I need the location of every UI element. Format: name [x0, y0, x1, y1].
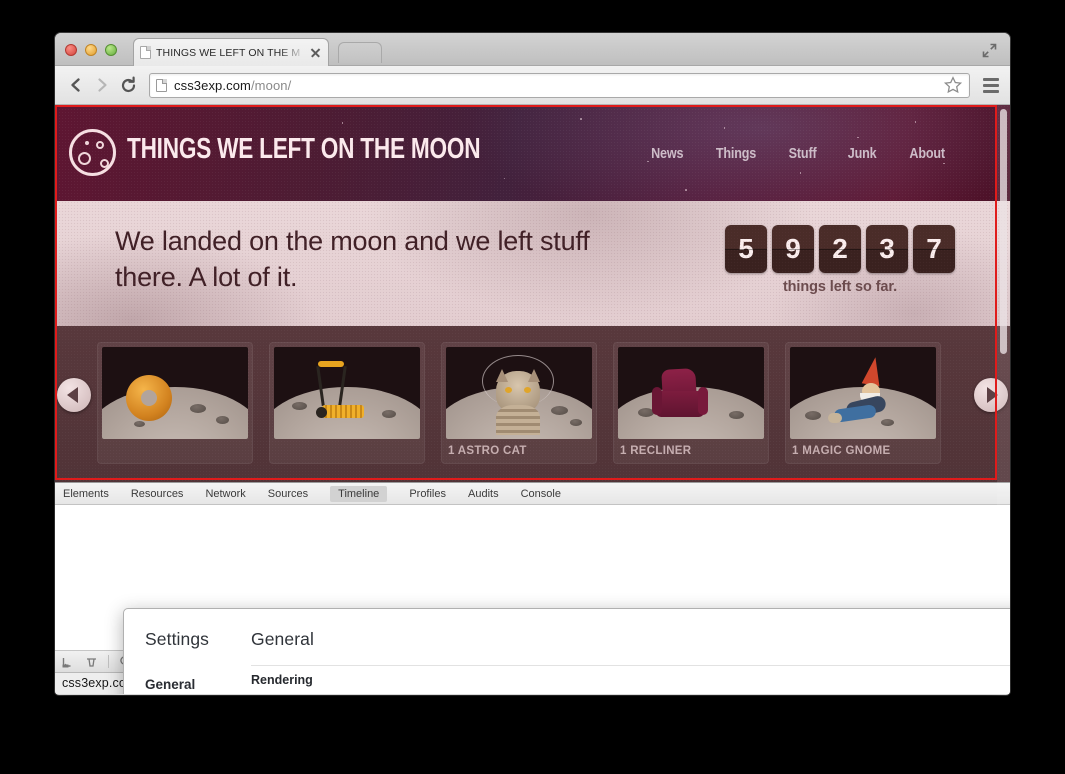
- tab-strip: THINGS WE LEFT ON THE M: [55, 33, 1010, 66]
- hamburger-menu-icon[interactable]: [980, 72, 1002, 98]
- carousel-item[interactable]: 1 ASTRO CAT: [441, 342, 597, 464]
- bagel-on-moon-image: [102, 347, 248, 439]
- carousel-slides: 1 ASTRO CAT 1 RECLINER 1 MAGIC GNOME: [97, 342, 941, 464]
- settings-header: Settings General: [124, 609, 1010, 665]
- record-icon[interactable]: [62, 655, 75, 668]
- carousel-item[interactable]: 1 RECLINER: [613, 342, 769, 464]
- nav-item-about[interactable]: About: [909, 145, 945, 162]
- site-nav: News Things Stuff Junk About: [648, 145, 948, 162]
- counter-caption: things left so far.: [782, 279, 898, 295]
- page-icon: [156, 78, 167, 92]
- minimize-window-button[interactable]: [85, 44, 97, 56]
- carousel-item-caption: 1 ASTRO CAT: [448, 445, 527, 457]
- counter-digit: 2: [819, 225, 861, 273]
- devtools-tabbar: Elements Resources Network Sources Timel…: [55, 483, 1010, 505]
- desktop-backdrop: THINGS WE LEFT ON THE M css3exp.com/moon…: [0, 0, 1065, 774]
- carousel-item-caption: [274, 439, 420, 452]
- star-icon[interactable]: [943, 75, 963, 95]
- hero-headline: We landed on the moon and we left stuff …: [115, 226, 590, 293]
- garden-gnome-on-moon-image: [790, 347, 936, 439]
- tab-timeline[interactable]: Timeline: [330, 485, 388, 502]
- settings-title: Settings: [145, 629, 210, 649]
- thumbnail-carousel: 1 ASTRO CAT 1 RECLINER 1 MAGIC GNOME: [55, 326, 1010, 496]
- carousel-item[interactable]: 1 MAGIC GNOME: [785, 342, 941, 464]
- page-viewport: THINGS WE LEFT ON THE MOON News Things S…: [55, 105, 1010, 694]
- divider: [108, 655, 109, 668]
- settings-dialog: Settings General General Overrides Short…: [123, 608, 1010, 694]
- carousel-item-caption: [102, 439, 248, 452]
- page-icon: [140, 46, 151, 59]
- astronaut-cat-on-moon-image: [446, 347, 592, 439]
- carousel-item-caption: 1 MAGIC GNOME: [792, 445, 891, 457]
- menu-line: [983, 89, 999, 93]
- menu-line: [983, 83, 999, 87]
- settings-content: Rendering Show paint rectangles Show FPS…: [251, 673, 1010, 694]
- clear-icon[interactable]: [85, 655, 98, 668]
- tab-sources[interactable]: Sources: [268, 488, 308, 500]
- tab-profiles[interactable]: Profiles: [409, 488, 446, 500]
- moon-icon: [69, 129, 116, 176]
- menu-line: [983, 77, 999, 81]
- hero-banner: We landed on the moon and we left stuff …: [55, 201, 1010, 326]
- counter-digit: 9: [772, 225, 814, 273]
- browser-window: THINGS WE LEFT ON THE M css3exp.com/moon…: [55, 33, 1010, 695]
- tab-elements[interactable]: Elements: [63, 488, 109, 500]
- browser-toolbar: css3exp.com/moon/: [55, 66, 1010, 105]
- site-header: THINGS WE LEFT ON THE MOON News Things S…: [55, 105, 1010, 201]
- moon-surface: [102, 387, 248, 439]
- counter-widget: 5 9 2 3 7 things left so far.: [725, 225, 955, 295]
- settings-section-title: Rendering: [251, 673, 313, 687]
- recliner-chair-on-moon-image: [618, 347, 764, 439]
- counter-digits: 5 9 2 3 7: [725, 225, 955, 273]
- nav-item-news[interactable]: News: [651, 145, 683, 162]
- reload-icon[interactable]: [115, 72, 141, 98]
- carousel-item[interactable]: [97, 342, 253, 464]
- tab-audits[interactable]: Audits: [468, 488, 499, 500]
- site-title: THINGS WE LEFT ON THE MOON: [127, 133, 481, 165]
- tab-resources[interactable]: Resources: [131, 488, 184, 500]
- divider: [251, 665, 1010, 666]
- close-icon[interactable]: [309, 46, 322, 59]
- new-tab-button[interactable]: [338, 42, 382, 63]
- lawn-mower-on-moon-image: [274, 347, 420, 439]
- nav-item-stuff[interactable]: Stuff: [789, 145, 817, 162]
- forward-arrow-icon[interactable]: [89, 72, 115, 98]
- counter-digit: 7: [913, 225, 955, 273]
- back-arrow-icon[interactable]: [63, 72, 89, 98]
- address-bar[interactable]: css3exp.com/moon/: [149, 72, 970, 98]
- settings-nav-general[interactable]: General: [145, 673, 241, 694]
- nav-item-junk[interactable]: Junk: [848, 145, 877, 162]
- page-scrollbar-thumb[interactable]: [1000, 109, 1007, 354]
- nav-item-things[interactable]: Things: [716, 145, 756, 162]
- counter-digit: 5: [725, 225, 767, 273]
- carousel-item[interactable]: [269, 342, 425, 464]
- tab-network[interactable]: Network: [205, 488, 245, 500]
- settings-sidebar: General Overrides Shortcuts: [145, 673, 241, 694]
- carousel-item-caption: 1 RECLINER: [620, 445, 692, 457]
- maximize-window-button[interactable]: [105, 44, 117, 56]
- close-window-button[interactable]: [65, 44, 77, 56]
- starfield-decoration: [55, 105, 1010, 201]
- page-scrollbar[interactable]: [997, 105, 1010, 694]
- browser-tab[interactable]: THINGS WE LEFT ON THE M: [133, 38, 329, 66]
- arrow-left-glyph: [67, 387, 78, 403]
- address-bar-url: css3exp.com/moon/: [174, 77, 292, 93]
- arrow-left-icon[interactable]: [57, 378, 91, 412]
- counter-digit: 3: [866, 225, 908, 273]
- window-controls: [65, 44, 117, 56]
- tab-title: THINGS WE LEFT ON THE M: [156, 46, 301, 59]
- tab-console[interactable]: Console: [521, 488, 561, 500]
- settings-pane-title: General: [251, 629, 314, 649]
- fullscreen-arrows-icon[interactable]: [981, 42, 998, 59]
